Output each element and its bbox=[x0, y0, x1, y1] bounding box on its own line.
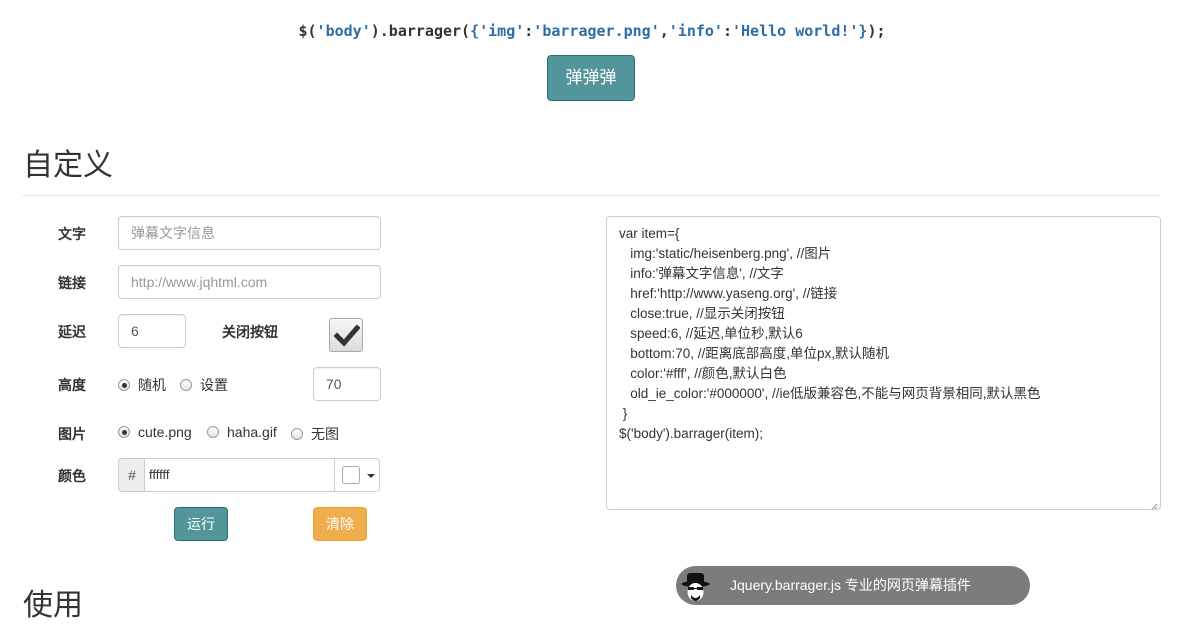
code-token: 'info' bbox=[668, 22, 723, 40]
height-random-option[interactable]: 随机 bbox=[118, 375, 166, 395]
code-token: 'barrager.png' bbox=[533, 22, 660, 40]
delay-value: 6 bbox=[131, 323, 139, 339]
code-example-line: $('body').barrager({'img':'barrager.png'… bbox=[0, 22, 1184, 40]
fire-barrage-button[interactable]: 弹弹弹 bbox=[547, 55, 635, 101]
code-token: 'body' bbox=[316, 22, 371, 40]
code-line: close:true, //显示关闭按钮 bbox=[619, 306, 785, 321]
clear-button[interactable]: 清除 bbox=[313, 507, 367, 541]
delay-input[interactable]: 6 bbox=[118, 314, 186, 348]
code-line: href:'http://www.yaseng.org', //链接 bbox=[619, 286, 838, 301]
color-hash-addon: # bbox=[118, 458, 145, 492]
code-token: 'Hello world!' bbox=[731, 22, 859, 40]
checkmark-icon bbox=[334, 324, 360, 347]
code-line: color:'#fff', //颜色,默认白色 bbox=[619, 366, 787, 381]
color-input-group: # ffffff bbox=[118, 458, 380, 492]
code-token: : bbox=[524, 22, 534, 40]
link-input[interactable]: http://www.jqhtml.com bbox=[118, 265, 381, 299]
radio-icon bbox=[291, 428, 303, 440]
option-label: 无图 bbox=[311, 426, 339, 442]
color-swatch bbox=[342, 466, 360, 484]
link-input-placeholder: http://www.jqhtml.com bbox=[131, 274, 268, 290]
text-label: 文字 bbox=[58, 226, 86, 242]
barrage-bubble[interactable]: Jquery.barrager.js 专业的网页弹幕插件 bbox=[676, 566, 1030, 605]
code-token: 'img' bbox=[479, 22, 525, 40]
section-title-custom: 自定义 bbox=[23, 149, 113, 182]
code-line: old_ie_color:'#000000', //ie低版兼容色,不能与网页背… bbox=[619, 386, 1041, 401]
chevron-down-icon bbox=[367, 474, 375, 478]
radio-icon bbox=[207, 426, 219, 438]
link-label: 链接 bbox=[58, 275, 86, 291]
code-token: $( bbox=[298, 22, 317, 40]
image-none-option[interactable]: 无图 bbox=[291, 424, 339, 444]
divider bbox=[22, 195, 1160, 196]
code-line: img:'static/heisenberg.png', //图片 bbox=[619, 246, 832, 261]
run-button[interactable]: 运行 bbox=[174, 507, 228, 541]
code-token: { bbox=[470, 22, 480, 40]
option-label: cute.png bbox=[138, 424, 192, 440]
height-input[interactable]: 70 bbox=[313, 367, 381, 401]
option-label: 随机 bbox=[138, 377, 166, 393]
height-value: 70 bbox=[326, 376, 342, 392]
code-token: , bbox=[659, 22, 669, 40]
resize-grip-icon[interactable] bbox=[1149, 498, 1158, 509]
image-label: 图片 bbox=[58, 426, 86, 442]
color-input[interactable]: ffffff bbox=[144, 458, 335, 492]
text-input-placeholder: 弹幕文字信息 bbox=[131, 225, 215, 241]
code-line: } bbox=[619, 406, 628, 421]
option-label: haha.gif bbox=[227, 424, 277, 440]
height-set-option[interactable]: 设置 bbox=[180, 375, 228, 395]
code-line: $('body').barrager(item); bbox=[619, 426, 763, 441]
section-title-use: 使用 bbox=[23, 589, 83, 622]
code-token: ); bbox=[867, 22, 886, 40]
delay-label: 延迟 bbox=[58, 324, 86, 340]
close-button-checkbox[interactable] bbox=[329, 318, 363, 352]
code-token: : bbox=[722, 22, 732, 40]
code-textarea[interactable]: var item={ img:'static/heisenberg.png', … bbox=[606, 216, 1161, 510]
code-token: ).barrager( bbox=[370, 22, 471, 40]
code-line: bottom:70, //距离底部高度,单位px,默认随机 bbox=[619, 346, 890, 361]
color-picker-button[interactable] bbox=[334, 458, 380, 492]
close-button-label: 关闭按钮 bbox=[222, 324, 278, 340]
code-line: info:'弹幕文字信息', //文字 bbox=[619, 266, 784, 281]
image-haha-option[interactable]: haha.gif bbox=[207, 424, 277, 440]
image-cute-option[interactable]: cute.png bbox=[118, 424, 192, 440]
text-input[interactable]: 弹幕文字信息 bbox=[118, 216, 381, 250]
radio-icon bbox=[118, 379, 130, 391]
code-line: speed:6, //延迟,单位秒,默认6 bbox=[619, 326, 803, 341]
radio-icon bbox=[180, 379, 192, 391]
radio-icon bbox=[118, 426, 130, 438]
code-line: var item={ bbox=[619, 226, 680, 241]
heisenberg-avatar-icon bbox=[678, 568, 713, 603]
height-label: 高度 bbox=[58, 377, 86, 393]
option-label: 设置 bbox=[200, 377, 228, 393]
color-label: 颜色 bbox=[58, 468, 86, 484]
barrage-text: Jquery.barrager.js 专业的网页弹幕插件 bbox=[730, 577, 971, 593]
